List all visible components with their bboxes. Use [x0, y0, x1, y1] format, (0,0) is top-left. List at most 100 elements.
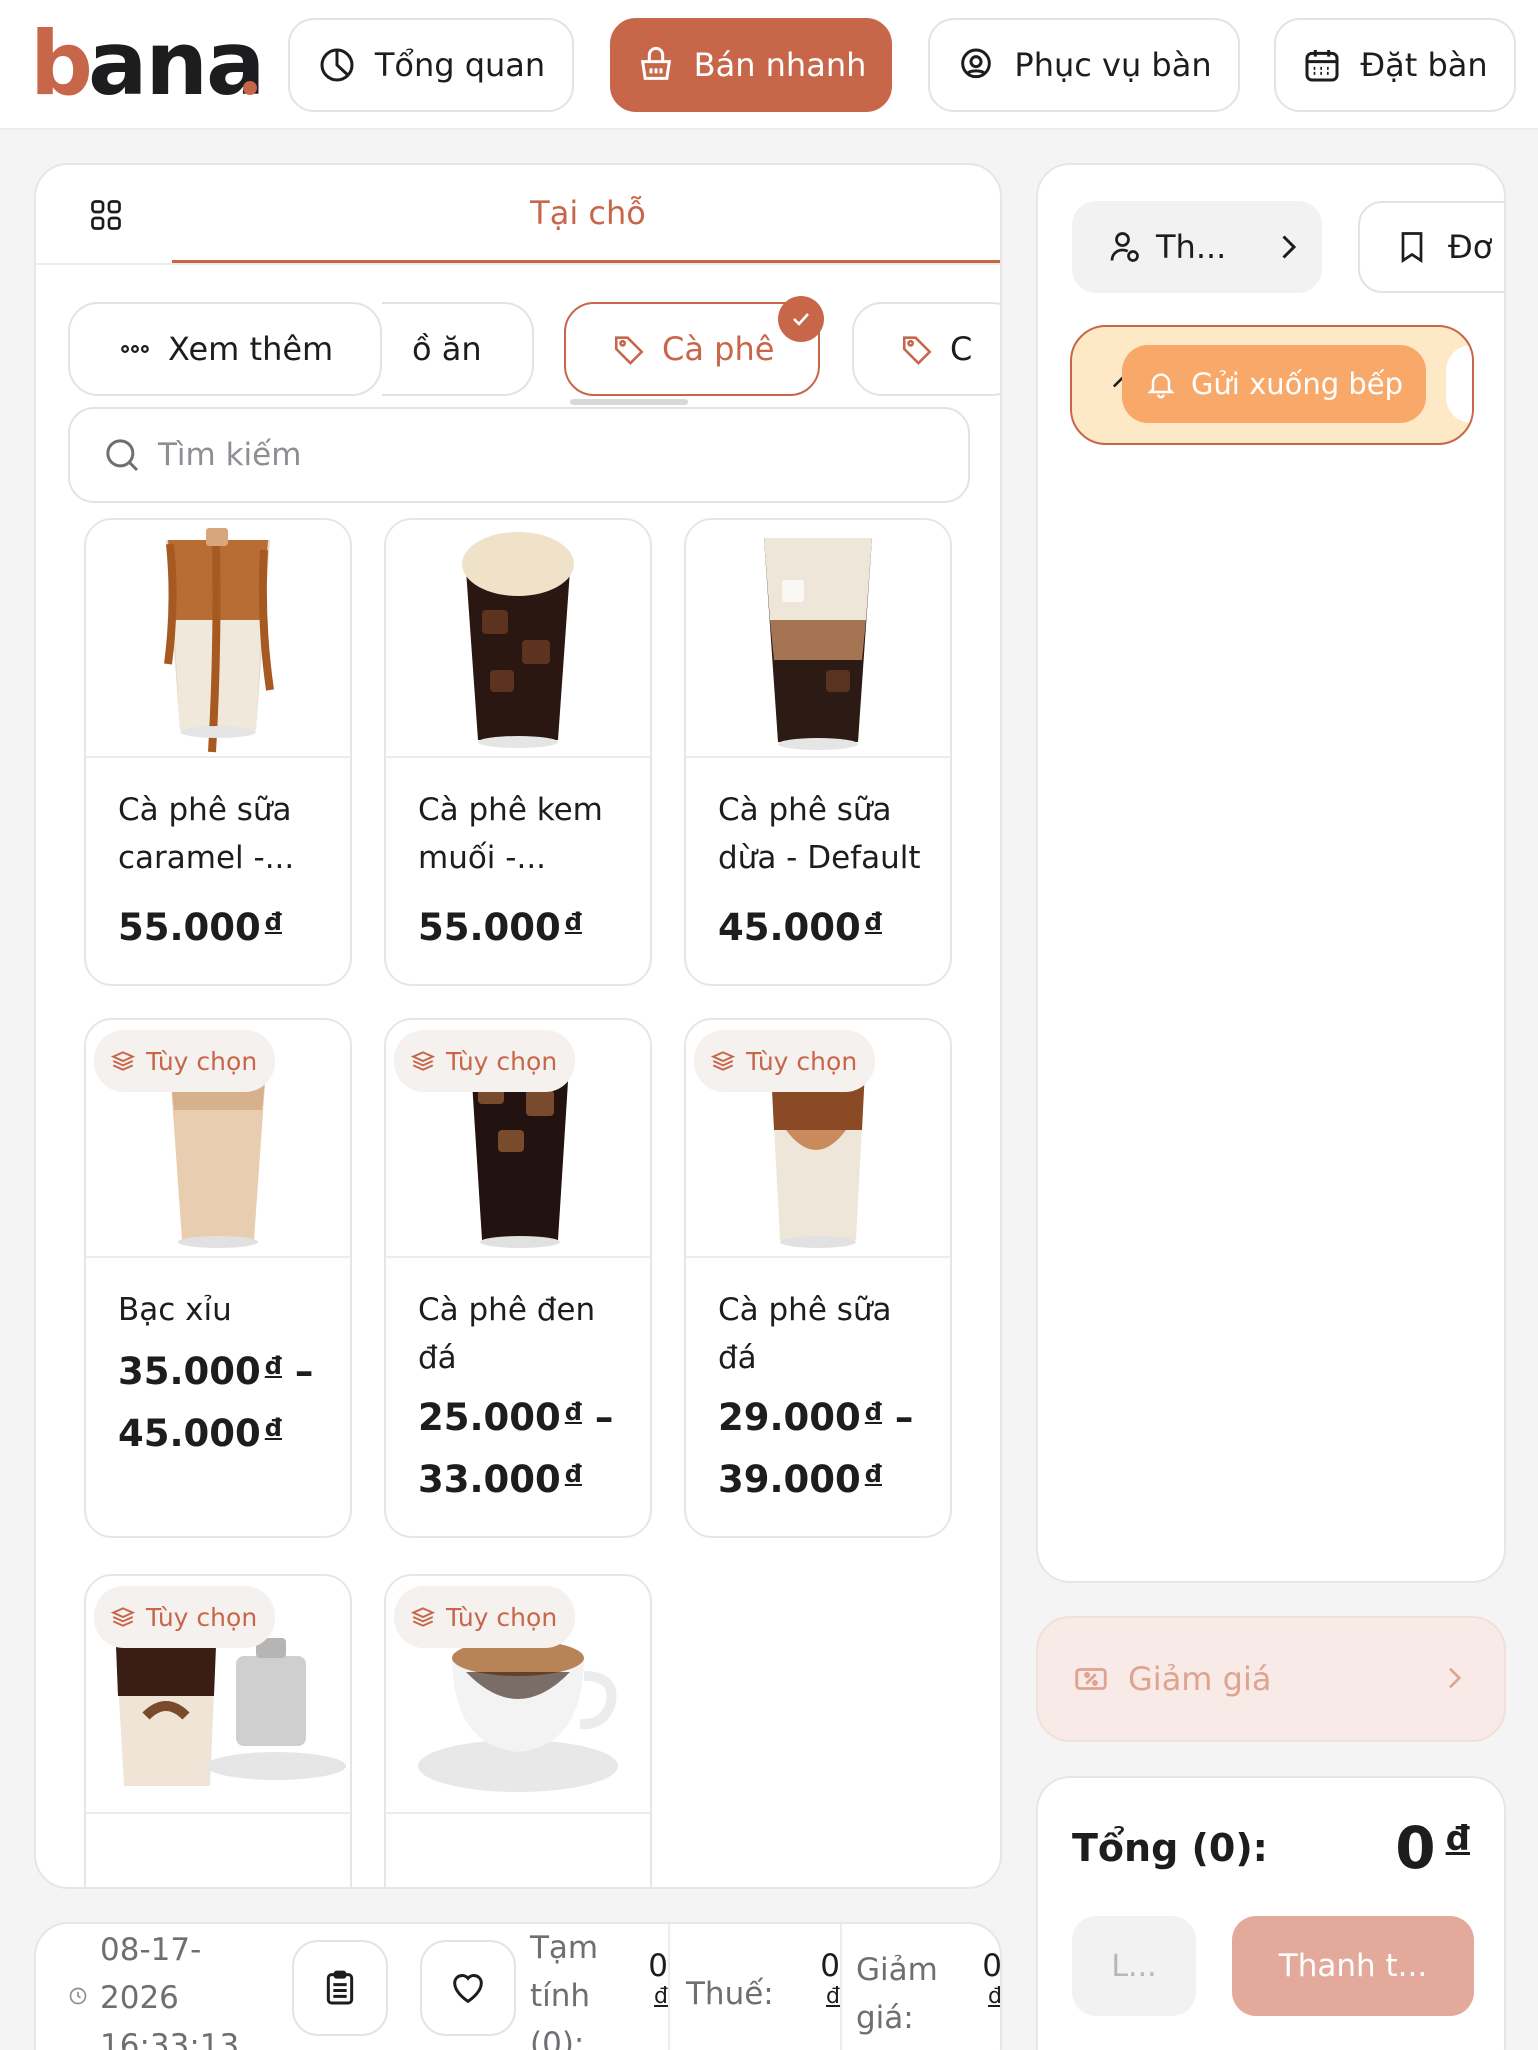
product-card[interactable]: Cà phê kem muối -... 55.000 đ	[384, 518, 652, 986]
send-to-kitchen-label: Gửi xuống bếp	[1190, 367, 1404, 401]
price-min: 29.000	[718, 1396, 861, 1439]
currency-symbol: đ	[564, 908, 582, 936]
layers-icon	[110, 1051, 136, 1071]
svg-text:b: b	[30, 22, 91, 112]
product-price: 55.000 đ	[418, 894, 638, 956]
product-card[interactable]: Tùy chọn	[84, 1574, 352, 1887]
options-badge: Tùy chọn	[394, 1586, 576, 1648]
product-panel: Tại chỗ Xem thêm ồ ăn Cà phê C Tìm kiếm	[34, 163, 1002, 1889]
grid-menu-button[interactable]	[88, 197, 124, 233]
product-name: Bạc xỉu	[118, 1292, 232, 1328]
search-input[interactable]: Tìm kiếm	[68, 407, 970, 503]
next-action-button[interactable]	[1446, 345, 1472, 423]
total-value: 0đ	[1395, 1814, 1470, 1882]
pie-chart-icon	[320, 48, 354, 82]
order-datetime: 08-17- 2026 16:33:13	[100, 1926, 260, 2050]
tax-amount: 0	[820, 1948, 840, 1984]
tab-dine-in[interactable]: Tại chỗ	[172, 165, 1000, 263]
product-card[interactable]: Tùy chọn Cà phê đen đá 25.000 đ – 33.000 đ	[384, 1018, 652, 1538]
product-card[interactable]: Cà phê sữa caramel -... 55.000 đ	[84, 518, 352, 986]
options-badge-label: Tùy chọn	[746, 1046, 858, 1076]
checkout-button[interactable]: Thanh t...	[1232, 1916, 1474, 2016]
range-separator: –	[294, 1350, 314, 1393]
product-card[interactable]: Tùy chọn Cà phê sữa đá 29.000 đ – 39.000 đ	[684, 1018, 952, 1538]
total-panel: Tổng (0): 0đ L... Thanh t...	[1036, 1776, 1506, 2050]
bell-icon	[1147, 373, 1175, 399]
checkout-label: Thanh t...	[1278, 1948, 1428, 1984]
product-card[interactable]: Tùy chọn Bạc xỉu 35.000 đ – 45.000 đ	[84, 1018, 352, 1538]
selected-check-badge	[778, 296, 824, 342]
bookmark-icon	[1401, 232, 1423, 264]
category-more-chip[interactable]: Xem thêm	[68, 302, 382, 396]
product-price-range: 35.000 đ – 45.000 đ	[118, 1338, 338, 1462]
product-card[interactable]: Tùy chọn	[384, 1574, 652, 1887]
range-separator: –	[594, 1396, 614, 1439]
currency-symbol: đ	[564, 1398, 582, 1426]
nav-quick-sale-label: Bán nhanh	[693, 46, 867, 84]
discount-summary-label: Giảm giá:	[856, 1946, 938, 2042]
category-scroll-indicator[interactable]	[570, 399, 688, 405]
send-to-kitchen-button[interactable]: Gửi xuống bếp	[1122, 345, 1426, 423]
basket-icon	[640, 46, 671, 80]
coconut-coffee-image	[764, 538, 872, 750]
nav-quick-sale-button[interactable]: Bán nhanh	[610, 18, 892, 112]
nav-overview-button[interactable]: Tổng quan	[288, 18, 574, 112]
nav-reservation-button[interactable]: Đặt bàn	[1274, 18, 1516, 112]
check-icon	[793, 313, 809, 326]
secondary-action-button[interactable]: L...	[1072, 1916, 1196, 2016]
tax-value: 0 đ	[800, 1948, 840, 2009]
user-settings-icon	[1110, 232, 1139, 262]
category-chip-next-label: C	[950, 330, 973, 368]
datetime-time: 16:33:13	[100, 2028, 240, 2050]
tag-icon	[614, 336, 644, 365]
customer-select-button[interactable]: Th...	[1072, 201, 1322, 293]
price-max: 39.000	[718, 1458, 861, 1501]
currency-symbol: đ	[264, 1414, 282, 1442]
subtotal-value: 0 đ	[628, 1948, 668, 2009]
layers-icon	[410, 1051, 436, 1071]
heart-icon	[453, 1974, 483, 2004]
layers-icon	[410, 1607, 436, 1627]
more-dots-icon	[121, 345, 149, 353]
discount-button[interactable]: Giảm giá	[1036, 1616, 1506, 1742]
tab-bar: Tại chỗ	[36, 165, 1000, 265]
subtotal-label-line: Tạm	[530, 1930, 599, 1966]
currency-symbol: đ	[654, 1984, 668, 2009]
tax-label: Thuế:	[686, 1976, 774, 2012]
price-value: 45.000	[718, 906, 861, 949]
options-badge: Tùy chọn	[694, 1030, 876, 1092]
clock-icon	[69, 1987, 87, 2005]
favorite-button[interactable]	[420, 1940, 516, 2036]
currency-symbol: đ	[826, 1984, 840, 2009]
price-min: 35.000	[118, 1350, 261, 1393]
nav-overview-label: Tổng quan	[374, 46, 546, 84]
currency-symbol: đ	[988, 1984, 1002, 2009]
product-name: Cà phê sữa dừa - Default	[718, 792, 921, 876]
clipboard-icon	[326, 1970, 354, 2005]
product-image	[686, 520, 950, 758]
order-panel: Th... Đơ Gửi xuống bếp	[1036, 163, 1506, 1583]
category-chip-food[interactable]: ồ ăn	[382, 302, 534, 396]
order-note-button[interactable]: Đơ	[1358, 201, 1504, 293]
currency-symbol: đ	[1445, 1819, 1470, 1859]
product-card[interactable]: Cà phê sữa dừa - Default 45.000 đ	[684, 518, 952, 986]
category-chip-coffee-label: Cà phê	[662, 330, 775, 368]
top-bar: b ana Tổng quan Bán nhanh Phục vụ bàn Đặ…	[0, 0, 1538, 130]
order-list-button[interactable]	[292, 1940, 388, 2036]
subtotal-label-line: tính	[530, 1978, 591, 2014]
nav-reservation-label: Đặt bàn	[1360, 46, 1488, 84]
product-name: Cà phê sữa caramel -...	[118, 792, 295, 876]
bana-logo[interactable]: b ana	[30, 12, 265, 115]
subtotal-label-line: (0):	[530, 2026, 585, 2050]
category-more-label: Xem thêm	[168, 330, 334, 368]
nav-table-service-button[interactable]: Phục vụ bàn	[928, 18, 1240, 112]
category-chip-next[interactable]: C	[852, 302, 1000, 396]
layers-icon	[710, 1051, 736, 1071]
product-price-range: 25.000 đ – 33.000 đ	[418, 1384, 638, 1508]
discount-label-line: giá:	[856, 2000, 914, 2036]
options-badge-label: Tùy chọn	[146, 1046, 258, 1076]
total-amount: 0	[1395, 1814, 1436, 1882]
discount-label-line: Giảm	[856, 1952, 938, 1988]
product-price: 45.000 đ	[718, 894, 938, 956]
currency-symbol: đ	[264, 908, 282, 936]
